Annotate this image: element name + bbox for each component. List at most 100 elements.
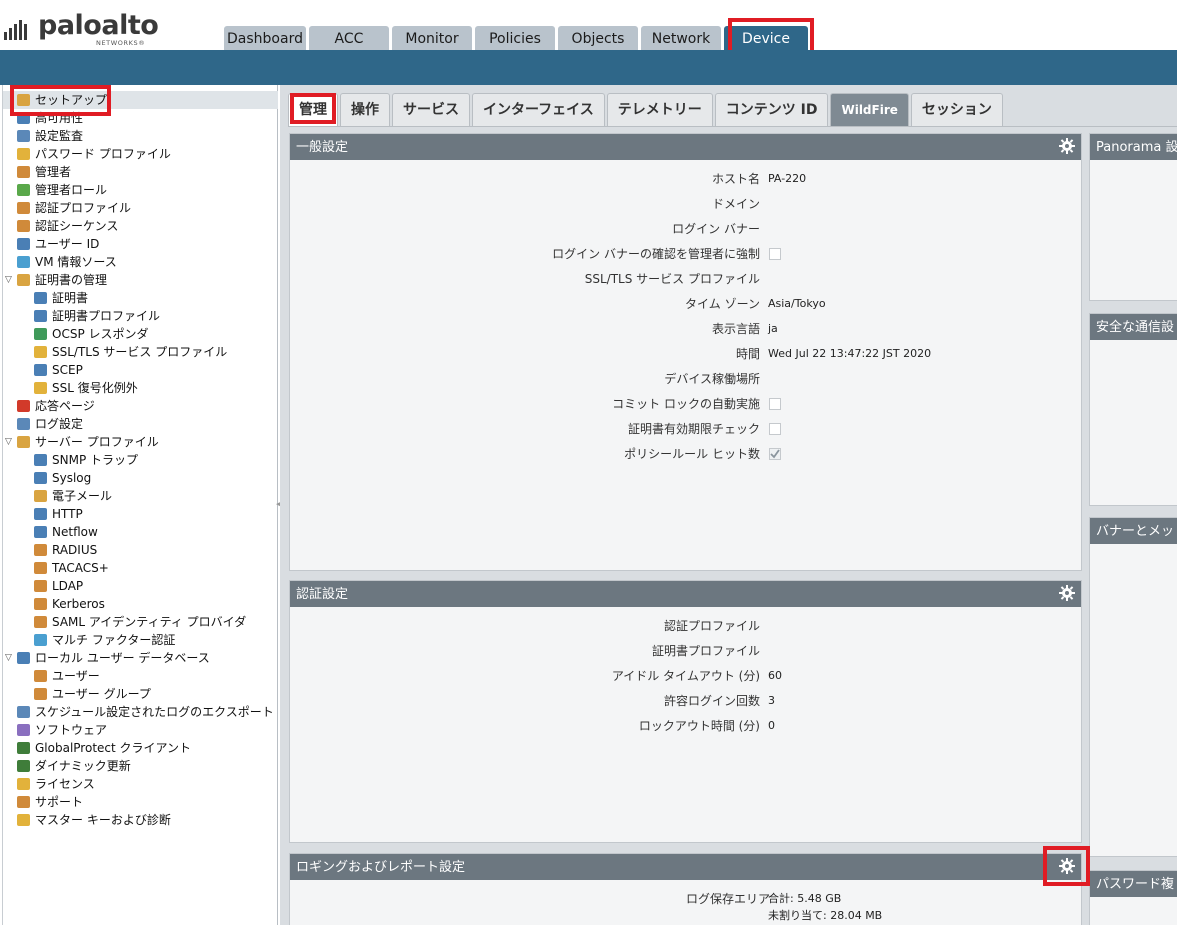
sidebar-item-label: SAML アイデンティティ プロバイダ <box>52 615 247 629</box>
sidebar-item-label: 管理者 <box>35 165 72 179</box>
gear-icon[interactable] <box>1059 585 1075 601</box>
sidebar-item-1[interactable]: 高可用性 <box>3 109 278 127</box>
sidebar-item-3[interactable]: パスワード プロファイル <box>3 145 278 163</box>
auth-value: 0 <box>768 719 775 732</box>
setup-icon <box>17 94 30 106</box>
sidebar-item-2[interactable]: 設定監査 <box>3 127 278 145</box>
subtab-3[interactable]: インターフェイス <box>472 93 605 127</box>
subtab-6[interactable]: WildFire <box>830 93 909 127</box>
tab-dashboard[interactable]: Dashboard <box>224 26 306 50</box>
sidebar-item-10[interactable]: ▽ 証明書の管理 <box>3 271 278 289</box>
general-row-2: ログイン バナー <box>290 220 760 238</box>
sidebar-item-0[interactable]: セットアップ <box>3 91 278 109</box>
checkbox-checked[interactable] <box>769 448 781 460</box>
sidebar-item-28[interactable]: Kerberos <box>3 595 278 613</box>
auth-row-1: 証明書プロファイル <box>290 642 760 660</box>
gear-icon[interactable] <box>1059 138 1075 154</box>
password-profile-icon <box>17 148 30 160</box>
sidebar-item-17[interactable]: 応答ページ <box>3 397 278 415</box>
expand-toggle-icon[interactable]: ▽ <box>5 271 15 289</box>
sidebar-item-14[interactable]: SSL/TLS サービス プロファイル <box>3 343 278 361</box>
vm-info-source-icon <box>17 256 30 268</box>
sidebar-item-32[interactable]: ユーザー <box>3 667 278 685</box>
subtab-underline <box>288 126 1177 127</box>
subtab-4[interactable]: テレメトリー <box>606 93 713 127</box>
sidebar-item-26[interactable]: TACACS+ <box>3 559 278 577</box>
sidebar-item-30[interactable]: マルチ ファクター認証 <box>3 631 278 649</box>
user-icon <box>34 670 47 682</box>
tab-device[interactable]: Device <box>724 26 808 50</box>
sidebar-item-23[interactable]: HTTP <box>3 505 278 523</box>
sidebar-item-label: OCSP レスポンダ <box>52 327 149 341</box>
sidebar-item-20[interactable]: SNMP トラップ <box>3 451 278 469</box>
expand-toggle-icon[interactable]: ▽ <box>5 649 15 667</box>
general-row-4: SSL/TLS サービス プロファイル <box>290 270 760 288</box>
gear-icon[interactable] <box>1059 858 1075 874</box>
log-storage-label: ログ保存エリア <box>685 892 770 906</box>
tab-network[interactable]: Network <box>641 26 721 50</box>
sidebar-item-label: SNMP トラップ <box>52 453 138 467</box>
password-complexity-title: パスワード複 <box>1096 877 1175 892</box>
sidebar-item-29[interactable]: SAML アイデンティティ プロバイダ <box>3 613 278 631</box>
secure-comm-panel: 安全な通信設 <box>1089 313 1177 506</box>
sidebar-item-38[interactable]: ライセンス <box>3 775 278 793</box>
sidebar-item-13[interactable]: OCSP レスポンダ <box>3 325 278 343</box>
sidebar-item-27[interactable]: LDAP <box>3 577 278 595</box>
tab-acc[interactable]: ACC <box>309 26 389 50</box>
sidebar-item-label: 応答ページ <box>35 399 95 413</box>
tab-objects[interactable]: Objects <box>558 26 638 50</box>
sidebar-item-36[interactable]: GlobalProtect クライアント <box>3 739 278 757</box>
sidebar-item-40[interactable]: マスター キーおよび診断 <box>3 811 278 829</box>
subtab-7[interactable]: セッション <box>910 93 1003 127</box>
sidebar-item-label: VM 情報ソース <box>35 255 117 269</box>
lock-icon <box>34 382 47 394</box>
sidebar-item-12[interactable]: 証明書プロファイル <box>3 307 278 325</box>
sidebar-item-31[interactable]: ▽ ローカル ユーザー データベース <box>3 649 278 667</box>
expand-toggle-icon[interactable]: ▽ <box>5 433 15 451</box>
sidebar-item-5[interactable]: 管理者ロール <box>3 181 278 199</box>
sidebar-item-25[interactable]: RADIUS <box>3 541 278 559</box>
sidebar-item-16[interactable]: SSL 復号化例外 <box>3 379 278 397</box>
tab-policies[interactable]: Policies <box>475 26 555 50</box>
general-settings-title: 一般設定 <box>296 140 349 155</box>
general-label: SSL/TLS サービス プロファイル <box>584 272 760 286</box>
sidebar-item-4[interactable]: 管理者 <box>3 163 278 181</box>
sidebar-item-24[interactable]: Netflow <box>3 523 278 541</box>
sidebar-item-11[interactable]: 証明書 <box>3 289 278 307</box>
sidebar-item-18[interactable]: ログ設定 <box>3 415 278 433</box>
subtab-0[interactable]: 管理 <box>288 93 338 127</box>
sidebar-item-22[interactable]: 電子メール <box>3 487 278 505</box>
sidebar-item-8[interactable]: ユーザー ID <box>3 235 278 253</box>
user-id-icon <box>17 238 30 250</box>
sidebar-item-35[interactable]: ソフトウェア <box>3 721 278 739</box>
banner-message-title: バナーとメッ <box>1096 524 1175 539</box>
saml-idp-icon <box>34 616 47 628</box>
sidebar-item-19[interactable]: ▽ サーバー プロファイル <box>3 433 278 451</box>
sidebar-item-label: Kerberos <box>52 597 105 611</box>
subtab-2[interactable]: サービス <box>392 93 470 127</box>
subtab-1[interactable]: 操作 <box>340 93 390 127</box>
secure-comm-title: 安全な通信設 <box>1096 320 1175 335</box>
sidebar-item-33[interactable]: ユーザー グループ <box>3 685 278 703</box>
sidebar-item-7[interactable]: 認証シーケンス <box>3 217 278 235</box>
tab-monitor[interactable]: Monitor <box>392 26 472 50</box>
checkbox[interactable] <box>769 248 781 260</box>
http-icon <box>34 508 47 520</box>
general-row-3: ログイン バナーの確認を管理者に強制 <box>290 245 760 263</box>
sidebar-item-39[interactable]: サポート <box>3 793 278 811</box>
administrator-icon <box>17 166 30 178</box>
subtab-5[interactable]: コンテンツ ID <box>714 93 829 127</box>
sidebar-item-label: Netflow <box>52 525 98 539</box>
sidebar-item-9[interactable]: VM 情報ソース <box>3 253 278 271</box>
sidebar-item-37[interactable]: ダイナミック更新 <box>3 757 278 775</box>
sidebar-item-6[interactable]: 認証プロファイル <box>3 199 278 217</box>
mfa-icon <box>34 634 47 646</box>
checkbox[interactable] <box>769 398 781 410</box>
sidebar-item-21[interactable]: Syslog <box>3 469 278 487</box>
sidebar-item-label: 証明書の管理 <box>35 273 108 287</box>
sidebar-item-15[interactable]: SCEP <box>3 361 278 379</box>
checkbox[interactable] <box>769 423 781 435</box>
sidebar-item-34[interactable]: スケジュール設定されたログのエクスポート <box>3 703 278 721</box>
scep-icon <box>34 364 47 376</box>
logging-settings-title: ロギングおよびレポート設定 <box>296 860 466 875</box>
